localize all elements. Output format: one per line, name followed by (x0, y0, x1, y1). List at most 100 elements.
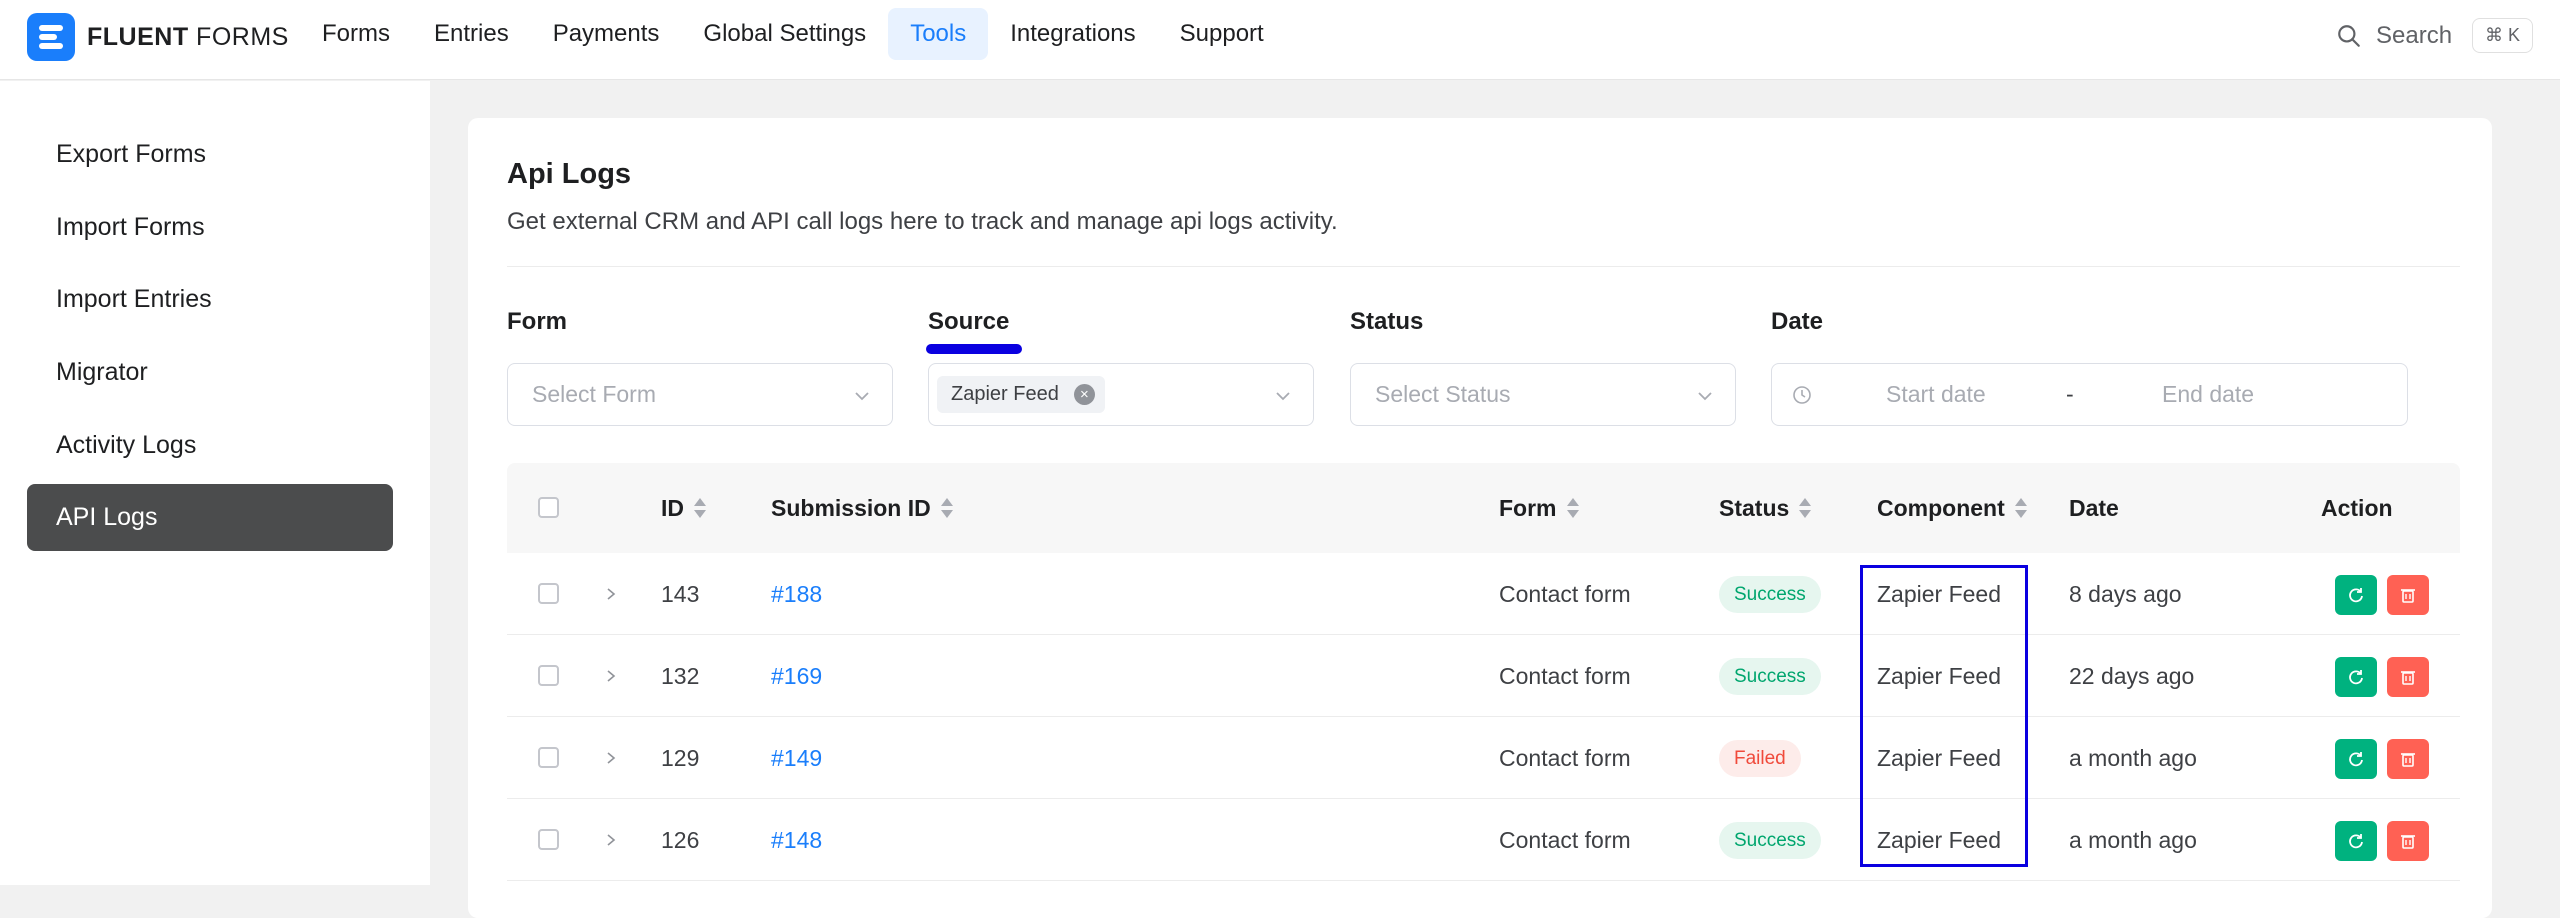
cell-id: 143 (661, 581, 700, 607)
cell-date: a month ago (2069, 745, 2197, 771)
search-label: Search (2376, 21, 2453, 49)
cell-date: 8 days ago (2069, 581, 2182, 607)
nav-forms[interactable]: Forms (300, 8, 412, 60)
delete-button[interactable] (2387, 657, 2429, 697)
retry-button[interactable] (2335, 657, 2377, 697)
nav-integrations[interactable]: Integrations (988, 8, 1157, 60)
retry-button[interactable] (2335, 739, 2377, 779)
chevron-right-icon[interactable] (603, 668, 619, 684)
delete-button[interactable] (2387, 821, 2429, 861)
chevron-down-icon (1698, 392, 1712, 401)
row-checkbox[interactable] (538, 829, 559, 850)
header-component[interactable]: Component (1877, 463, 2027, 553)
row-checkbox[interactable] (538, 583, 559, 604)
sidebar-item-import-entries[interactable]: Import Entries (27, 266, 393, 333)
sort-icon[interactable] (2014, 498, 2027, 518)
chevron-right-icon[interactable] (603, 586, 619, 602)
remove-tag-icon[interactable]: × (1073, 384, 1095, 405)
trash-icon (2401, 835, 2415, 849)
search-icon (2338, 24, 2360, 47)
source-select[interactable]: Zapier Feed × (928, 363, 1314, 426)
trash-icon (2401, 753, 2415, 767)
header-date: Date (2069, 495, 2119, 521)
delete-button[interactable] (2387, 739, 2429, 779)
form-select-placeholder: Select Form (532, 381, 656, 407)
form-filter-label: Form (507, 308, 567, 335)
chevron-down-icon (1276, 392, 1290, 401)
trash-icon (2401, 589, 2415, 603)
chevron-down-icon (855, 392, 869, 401)
sidebar-item-api-logs[interactable]: API Logs (27, 484, 393, 551)
nav-entries[interactable]: Entries (412, 8, 531, 60)
status-badge: Failed (1719, 740, 1801, 777)
table-header: ID Submission ID Form Status Component D… (507, 463, 2460, 553)
chevron-right-icon[interactable] (603, 832, 619, 848)
table-row: 132 #169 Contact form Success Zapier Fee… (507, 635, 2460, 717)
sort-icon[interactable] (1799, 498, 1812, 518)
retry-button[interactable] (2335, 821, 2377, 861)
row-checkbox[interactable] (538, 665, 559, 686)
cell-id: 132 (661, 663, 700, 689)
table-row: 143 #188 Contact form Success Zapier Fee… (507, 553, 2460, 635)
status-badge: Success (1719, 576, 1821, 613)
search-button[interactable]: Search ⌘ K (2336, 18, 2534, 53)
sidebar-item-migrator[interactable]: Migrator (27, 339, 393, 406)
retry-button[interactable] (2335, 575, 2377, 615)
clock-icon (1793, 386, 1811, 404)
source-tag-label: Zapier Feed (951, 383, 1059, 405)
sidebar-item-import-forms[interactable]: Import Forms (27, 194, 393, 261)
status-select-placeholder: Select Status (1375, 381, 1511, 407)
date-filter-label: Date (1771, 308, 1824, 335)
date-range-picker[interactable]: Start date - End date (1771, 363, 2408, 426)
header-submission-id[interactable]: Submission ID (771, 463, 953, 553)
cell-date: 22 days ago (2069, 663, 2195, 689)
annotation-highlight-box (1860, 565, 2028, 867)
nav-payments[interactable]: Payments (531, 8, 682, 60)
header-id[interactable]: ID (661, 463, 706, 553)
chevron-right-icon[interactable] (603, 750, 619, 766)
trash-icon (2401, 671, 2415, 685)
cell-date: a month ago (2069, 827, 2197, 853)
header-form[interactable]: Form (1499, 463, 1579, 553)
submission-link[interactable]: #149 (771, 717, 822, 799)
sidebar: Export Forms Import Forms Import Entries… (0, 81, 430, 885)
start-date-input[interactable]: Start date (1886, 364, 1986, 425)
api-logs-card: Api Logs Get external CRM and API call l… (468, 118, 2492, 918)
refresh-icon (2349, 670, 2363, 685)
sort-icon[interactable] (694, 498, 706, 518)
sort-icon[interactable] (1566, 498, 1579, 518)
refresh-icon (2349, 752, 2363, 767)
submission-link[interactable]: #148 (771, 799, 822, 881)
status-filter-label: Status (1350, 308, 1424, 335)
page-title: Api Logs (507, 158, 632, 190)
select-all-checkbox[interactable] (538, 497, 559, 518)
status-badge: Success (1719, 822, 1821, 859)
table-row: 129 #149 Contact form Failed Zapier Feed… (507, 717, 2460, 799)
cell-form: Contact form (1499, 827, 1631, 853)
brand-logo[interactable]: FLUENT FORMS (27, 13, 289, 61)
header-status[interactable]: Status (1719, 463, 1812, 553)
date-separator: - (2066, 381, 2074, 407)
nav-tools[interactable]: Tools (888, 8, 989, 60)
sort-icon[interactable] (940, 498, 953, 518)
cell-form: Contact form (1499, 581, 1631, 607)
submission-link[interactable]: #188 (771, 553, 822, 635)
form-select[interactable]: Select Form (507, 363, 893, 426)
table-row: 126 #148 Contact form Success Zapier Fee… (507, 799, 2460, 881)
row-checkbox[interactable] (538, 747, 559, 768)
refresh-icon (2349, 588, 2363, 603)
end-date-input[interactable]: End date (2162, 364, 2254, 425)
nav-support[interactable]: Support (1158, 8, 1286, 60)
source-filter-label: Source (928, 308, 1010, 335)
status-select[interactable]: Select Status (1350, 363, 1736, 426)
delete-button[interactable] (2387, 575, 2429, 615)
cell-form: Contact form (1499, 745, 1631, 771)
submission-link[interactable]: #169 (771, 635, 822, 717)
nav-global-settings[interactable]: Global Settings (681, 8, 888, 60)
status-badge: Success (1719, 658, 1821, 695)
sidebar-item-export-forms[interactable]: Export Forms (27, 121, 393, 188)
cell-form: Contact form (1499, 663, 1631, 689)
fluent-forms-logo-icon (27, 13, 75, 61)
brand-name: FLUENT FORMS (87, 22, 289, 51)
sidebar-item-activity-logs[interactable]: Activity Logs (27, 412, 393, 479)
